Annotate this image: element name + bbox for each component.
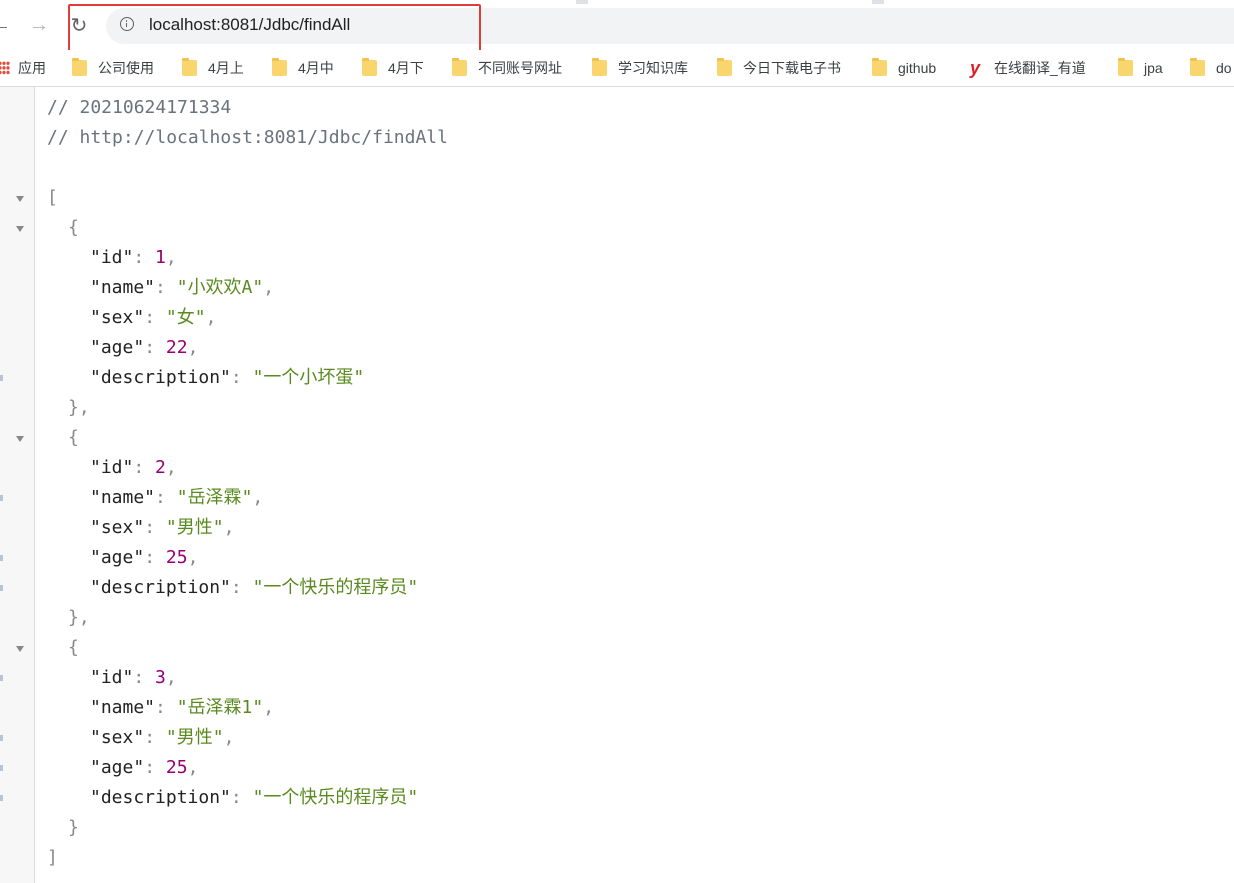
json-field-id: "id": 2, [90,457,177,478]
gutter-marker [0,555,3,561]
bookmark-label: 不同账号网址 [478,60,562,76]
json-field-sex: "sex": "男性", [90,727,235,748]
browser-toolbar: ← → ↻ localhost:8081/Jdbc/findAll [0,0,1234,52]
bookmark-folder[interactable]: 4月下 [362,55,424,81]
json-field-sex: "sex": "男性", [90,517,235,538]
bookmark-youdao[interactable]: y 在线翻译_有道 [968,55,1086,81]
bookmark-label: 4月下 [388,60,424,76]
gutter-marker [0,495,3,501]
json-field-description: "description": "一个小坏蛋" [90,367,365,388]
json-field-description: "description": "一个快乐的程序员" [90,577,419,598]
bookmark-folder[interactable]: 学习知识库 [592,55,688,81]
json-field-id: "id": 3, [90,667,177,688]
json-object-open: { [68,637,79,658]
gutter-marker [0,765,3,771]
folder-icon [362,58,377,76]
youdao-icon: y [969,57,980,78]
folder-icon [717,58,732,76]
bookmark-folder[interactable]: 今日下载电子书 [717,55,841,81]
json-field-age: "age": 25, [90,757,199,778]
json-field-sex: "sex": "女", [90,307,217,328]
bookmark-label: 今日下载电子书 [743,60,841,76]
collapse-object-toggle-icon[interactable] [16,646,24,652]
json-field-name: "name": "岳泽霖1", [90,697,275,718]
json-comment-timestamp: // 20210624171334 [47,97,232,118]
bookmark-label: 公司使用 [98,60,154,76]
reload-button[interactable]: ↻ [64,10,94,40]
forward-button[interactable]: → [24,10,54,40]
folder-icon [872,58,887,76]
reload-icon: ↻ [70,14,88,37]
gutter-marker [0,675,3,681]
folder-icon [592,58,607,76]
bookmark-folder[interactable]: 公司使用 [72,55,154,81]
folder-icon [272,58,287,76]
bookmark-label: 4月上 [208,60,244,76]
collapse-object-toggle-icon[interactable] [16,226,24,232]
bookmark-folder[interactable]: github [872,55,936,81]
bookmark-label: 4月中 [298,60,334,76]
tab-strip [0,0,1234,4]
json-field-age: "age": 22, [90,337,199,358]
json-array-open: [ [47,187,58,208]
json-comment-url: // http://localhost:8081/Jdbc/findAll [47,127,448,148]
back-arrow-icon: ← [0,13,11,36]
bookmark-apps[interactable]: 应用 [0,55,46,81]
json-field-name: "name": "岳泽霖", [90,487,264,508]
folder-icon [452,58,467,76]
json-object-open: { [68,217,79,238]
json-field-id: "id": 1, [90,247,177,268]
site-info-icon[interactable] [120,17,134,31]
bookmark-label: jpa [1144,60,1163,76]
bookmark-folder[interactable]: 4月上 [182,55,244,81]
gutter-marker [0,375,3,381]
bookmark-folder[interactable]: 不同账号网址 [452,55,562,81]
forward-arrow-icon: → [29,13,49,36]
gutter-marker [0,585,3,591]
bookmark-label: 在线翻译_有道 [994,60,1086,76]
folder-icon [1118,58,1133,76]
folder-icon [1190,58,1205,76]
bookmark-label: 应用 [18,60,46,76]
collapse-object-toggle-icon[interactable] [16,436,24,442]
bookmark-folder[interactable]: do [1190,55,1232,81]
apps-grid-icon [0,61,10,75]
folder-icon [72,58,87,76]
collapse-array-toggle-icon[interactable] [16,196,24,202]
json-gutter [0,87,35,883]
json-array-close: ] [47,847,58,868]
bookmarks-bar: 应用 公司使用 4月上 4月中 4月下 不同账号网址 学习知识库 今日下载电子书… [0,50,1234,87]
json-field-age: "age": 25, [90,547,199,568]
json-field-name: "name": "小欢欢A", [90,277,275,298]
back-button[interactable]: ← [0,10,16,40]
gutter-marker [0,795,3,801]
json-object-close: }, [68,397,90,418]
address-url[interactable]: localhost:8081/Jdbc/findAll [149,13,350,37]
json-object-close: }, [68,607,90,628]
bookmark-label: 学习知识库 [618,60,688,76]
bookmark-folder[interactable]: jpa [1118,55,1163,81]
folder-icon [182,58,197,76]
json-object-close: } [68,817,79,838]
bookmark-label: do [1216,60,1232,76]
gutter-marker [0,735,3,741]
bookmark-folder[interactable]: 4月中 [272,55,334,81]
bookmark-label: github [898,60,937,76]
json-object-open: { [68,427,79,448]
json-field-description: "description": "一个快乐的程序员" [90,787,419,808]
